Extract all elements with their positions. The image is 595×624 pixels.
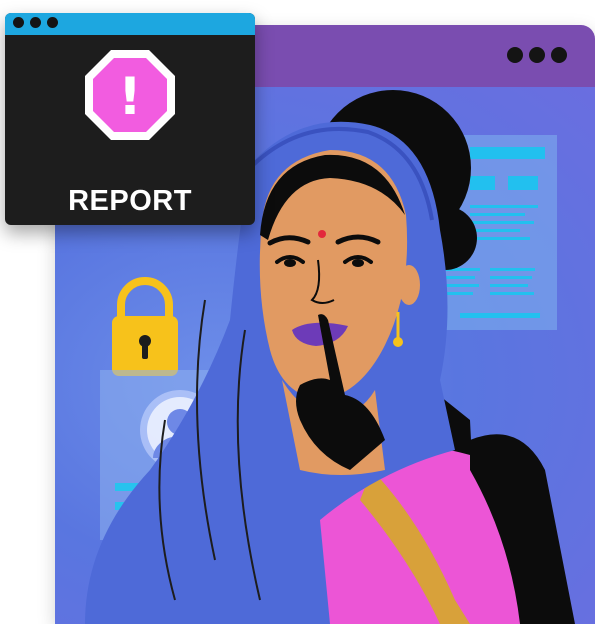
warning-octagon-icon: ! <box>85 50 175 140</box>
report-label: REPORT <box>68 185 192 217</box>
lock-icon <box>112 277 178 376</box>
report-window-controls <box>13 17 58 28</box>
warning-glyph: ! <box>118 67 142 127</box>
window-dot <box>47 17 58 28</box>
report-card[interactable]: ! REPORT <box>5 13 255 225</box>
window-dot <box>13 17 24 28</box>
report-titlebar <box>5 13 255 35</box>
window-dot <box>30 17 41 28</box>
